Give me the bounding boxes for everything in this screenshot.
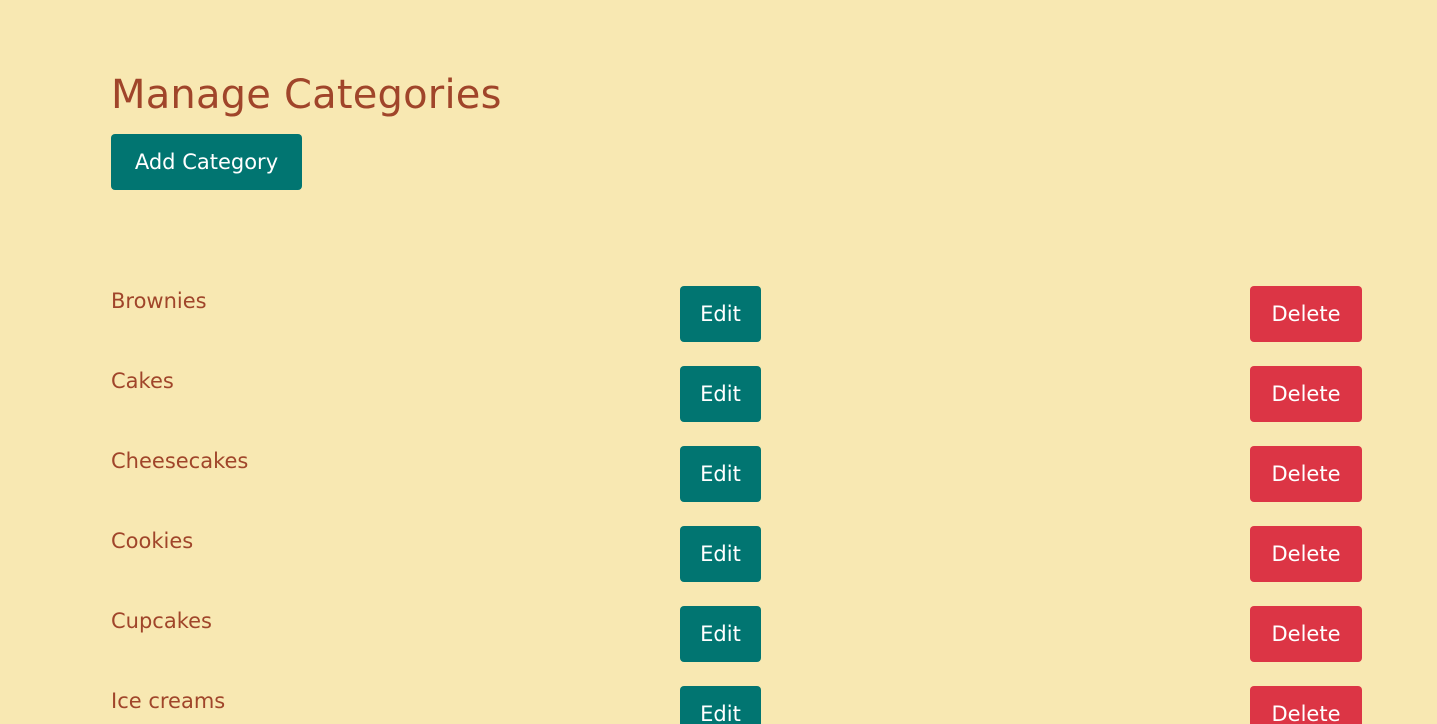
delete-button[interactable]: Delete <box>1250 606 1362 662</box>
category-row: Ice creams Edit Delete <box>0 686 1437 724</box>
delete-button[interactable]: Delete <box>1250 286 1362 342</box>
category-row: Brownies Edit Delete <box>0 286 1437 342</box>
edit-button[interactable]: Edit <box>680 446 761 502</box>
category-row: Cupcakes Edit Delete <box>0 606 1437 662</box>
delete-button[interactable]: Delete <box>1250 446 1362 502</box>
delete-button[interactable]: Delete <box>1250 366 1362 422</box>
page-title: Manage Categories <box>111 72 502 118</box>
delete-button[interactable]: Delete <box>1250 686 1362 724</box>
edit-button[interactable]: Edit <box>680 606 761 662</box>
delete-button[interactable]: Delete <box>1250 526 1362 582</box>
category-name: Brownies <box>111 289 207 313</box>
category-row: Cheesecakes Edit Delete <box>0 446 1437 502</box>
category-name: Cookies <box>111 529 194 553</box>
manage-categories-page: Manage Categories Add Category Brownies … <box>0 0 1437 724</box>
category-name: Cupcakes <box>111 609 212 633</box>
edit-button[interactable]: Edit <box>680 366 761 422</box>
edit-button[interactable]: Edit <box>680 286 761 342</box>
edit-button[interactable]: Edit <box>680 686 761 724</box>
add-category-button[interactable]: Add Category <box>111 134 302 190</box>
category-name: Ice creams <box>111 689 226 713</box>
category-row: Cookies Edit Delete <box>0 526 1437 582</box>
category-name: Cakes <box>111 369 174 393</box>
category-row: Cakes Edit Delete <box>0 366 1437 422</box>
edit-button[interactable]: Edit <box>680 526 761 582</box>
category-name: Cheesecakes <box>111 449 249 473</box>
